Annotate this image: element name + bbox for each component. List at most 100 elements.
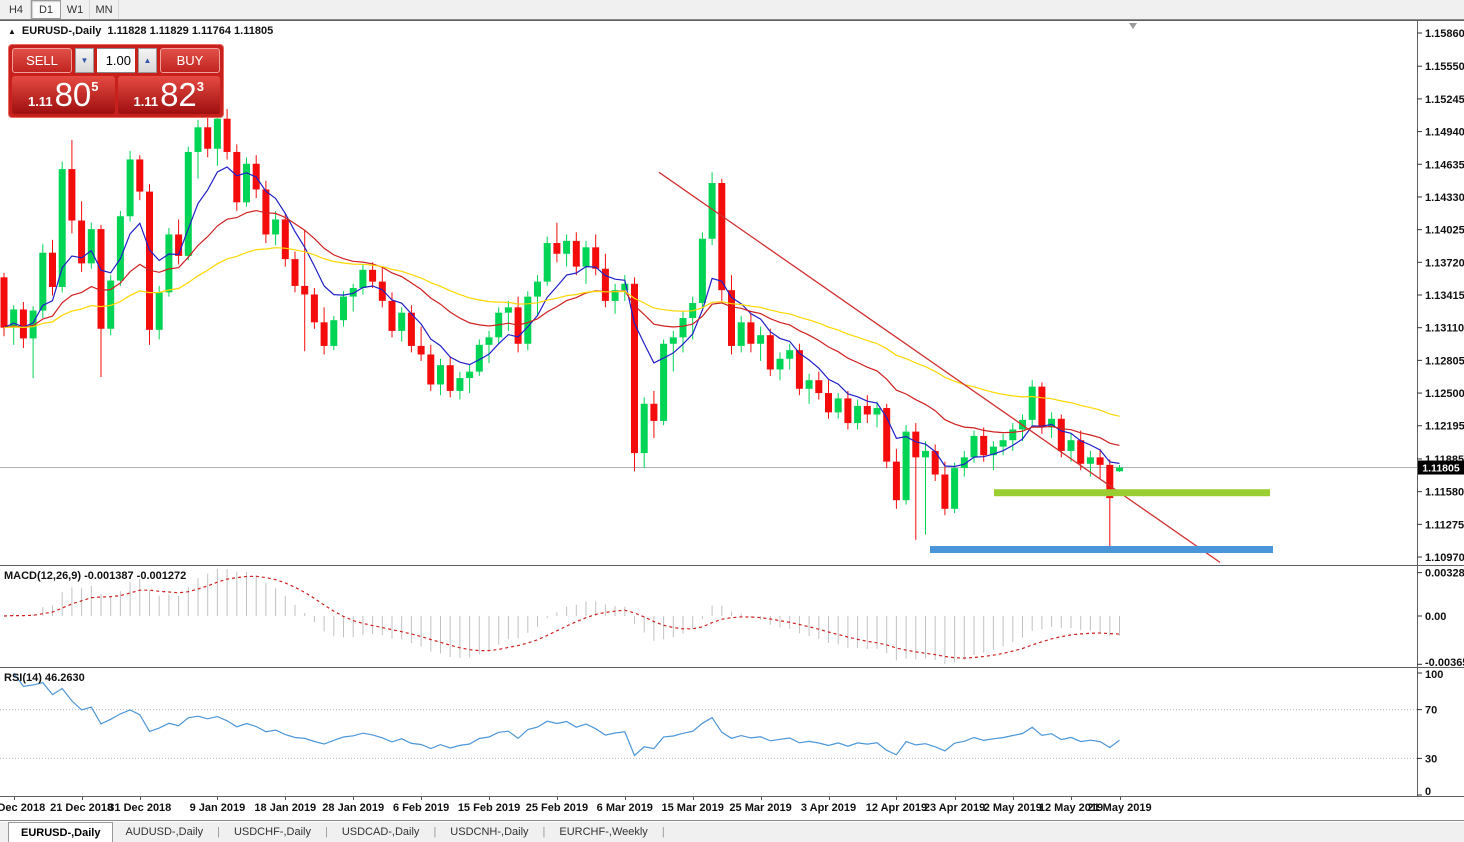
timeframe-button-mn[interactable]: MN (90, 0, 119, 19)
macd-svg: 0.0032870.00-0.003659MACD(12,26,9) -0.00… (0, 566, 1464, 668)
one-click-trading-widget: SELL ▼ ▲ BUY 1.11 80 5 1.11 82 3 (8, 44, 224, 118)
date-tick (1120, 797, 1121, 800)
buy-button[interactable]: BUY (160, 48, 220, 73)
chart-tab-usdchf-daily[interactable]: USDCHF-,Daily (222, 822, 323, 842)
date-tick (421, 797, 422, 800)
svg-text:1.11580: 1.11580 (1425, 487, 1464, 499)
date-label: 6 Feb 2019 (393, 802, 449, 814)
svg-text:1.14025: 1.14025 (1425, 225, 1464, 237)
date-label: 25 Mar 2019 (729, 802, 791, 814)
timeframe-toolbar: H4D1W1MN (0, 0, 1464, 20)
price-axis[interactable]: 1.158601.155501.152451.149401.146351.143… (1417, 20, 1464, 566)
date-tick (896, 797, 897, 800)
rsi-label: RSI(14) 46.2630 (4, 672, 85, 684)
sell-button[interactable]: SELL (12, 48, 72, 73)
candles-layer (1, 104, 1124, 550)
buy-price-prefix: 1.11 (133, 94, 158, 109)
chart-ohlc-label: 1.11828 1.11829 1.11764 1.11805 (107, 25, 273, 37)
svg-text:0.003287: 0.003287 (1425, 568, 1464, 580)
rsi-axis[interactable]: 10070300 (1417, 668, 1443, 797)
buy-price-sup: 3 (197, 79, 204, 94)
date-tick (955, 797, 956, 800)
support-line-blue[interactable] (930, 546, 1273, 553)
volume-increase-button[interactable]: ▲ (138, 48, 157, 73)
rsi-svg: 10070300RSI(14) 46.2630 (0, 668, 1464, 797)
timeframe-button-d1[interactable]: D1 (31, 0, 61, 19)
timeframe-button-w1[interactable]: W1 (61, 0, 90, 19)
chart-shift-marker-icon[interactable] (1129, 23, 1137, 29)
chart-tab-audusd-daily[interactable]: AUDUSD-,Daily (113, 822, 215, 842)
svg-text:1.10970: 1.10970 (1425, 552, 1464, 564)
fast-ma-line (4, 167, 1120, 467)
tab-separator: | (660, 822, 667, 842)
date-label: 31 Dec 2018 (108, 802, 171, 814)
descending-trendline[interactable] (659, 172, 1220, 562)
svg-text:1.12805: 1.12805 (1425, 355, 1464, 367)
buy-price-panel[interactable]: 1.11 82 3 (118, 76, 221, 114)
date-tick (14, 797, 15, 800)
chart-tab-eurchf-weekly[interactable]: EURCHF-,Weekly (547, 822, 659, 842)
date-tick (1071, 797, 1072, 800)
date-label: 2 May 2019 (984, 802, 1042, 814)
date-label: 28 Jan 2019 (322, 802, 384, 814)
svg-text:1.13110: 1.13110 (1425, 323, 1464, 335)
date-tick (82, 797, 83, 800)
date-tick (285, 797, 286, 800)
date-tick (557, 797, 558, 800)
volume-input[interactable] (97, 48, 135, 73)
timeframe-button-h4[interactable]: H4 (2, 0, 31, 19)
trading-platform-window: H4D1W1MN 1.158601.155501.152451.149401.1… (0, 0, 1464, 842)
date-label: 21 May 2019 (1087, 802, 1151, 814)
svg-text:1.13720: 1.13720 (1425, 257, 1464, 269)
date-tick (140, 797, 141, 800)
sell-price-big: 80 (55, 77, 92, 113)
collapse-triangle-icon[interactable]: ▲ (8, 27, 16, 36)
buy-price-big: 82 (160, 77, 197, 113)
rsi-indicator-pane: 10070300RSI(14) 46.2630 (0, 668, 1464, 797)
svg-text:1.11275: 1.11275 (1425, 519, 1464, 531)
chart-title-overlay: ▲ EURUSD-,Daily 1.11828 1.11829 1.11764 … (8, 25, 273, 37)
date-label: 12 Dec 2018 (0, 802, 45, 814)
date-label: 21 Dec 2018 (50, 802, 113, 814)
tab-separator: | (541, 822, 548, 842)
svg-text:1.12195: 1.12195 (1425, 421, 1464, 433)
macd-axis[interactable]: 0.0032870.00-0.003659 (1417, 566, 1464, 668)
macd-histogram (4, 569, 1120, 664)
chart-tab-bar: EURUSD-,DailyAUDUSD-,Daily|USDCHF-,Daily… (0, 822, 1464, 842)
date-label: 6 Mar 2019 (597, 802, 653, 814)
date-tick (489, 797, 490, 800)
svg-text:0: 0 (1425, 786, 1431, 797)
chart-tab-usdcnh-daily[interactable]: USDCNH-,Daily (438, 822, 540, 842)
date-axis[interactable]: 12 Dec 201821 Dec 201831 Dec 20189 Jan 2… (0, 797, 1464, 821)
tab-separator: | (431, 822, 438, 842)
svg-text:1.13415: 1.13415 (1425, 290, 1464, 302)
date-tick (1013, 797, 1014, 800)
support-line-green[interactable] (994, 489, 1270, 496)
chart-tab-usdcad-daily[interactable]: USDCAD-,Daily (330, 822, 432, 842)
date-label: 25 Feb 2019 (526, 802, 588, 814)
date-tick (693, 797, 694, 800)
date-label: 15 Feb 2019 (458, 802, 520, 814)
rsi-line (14, 673, 1120, 756)
svg-text:1.11805: 1.11805 (1422, 463, 1460, 475)
date-tick (829, 797, 830, 800)
volume-decrease-button[interactable]: ▼ (75, 48, 94, 73)
date-tick (353, 797, 354, 800)
svg-text:0.00: 0.00 (1425, 611, 1446, 623)
date-label: 23 Apr 2019 (924, 802, 985, 814)
date-label: 15 Mar 2019 (661, 802, 723, 814)
sell-price-prefix: 1.11 (28, 94, 53, 109)
date-tick (761, 797, 762, 800)
svg-text:1.14635: 1.14635 (1425, 159, 1464, 171)
current-price-tag: 1.11805 (1418, 461, 1464, 475)
chart-symbol-label: EURUSD-,Daily (22, 25, 101, 37)
svg-text:1.15550: 1.15550 (1425, 61, 1464, 73)
sell-price-panel[interactable]: 1.11 80 5 (12, 76, 115, 114)
tab-separator: | (215, 822, 222, 842)
svg-text:30: 30 (1425, 753, 1437, 765)
sell-price-sup: 5 (91, 79, 98, 94)
tab-separator: | (323, 822, 330, 842)
date-tick (217, 797, 218, 800)
date-label: 12 Apr 2019 (866, 802, 927, 814)
chart-tab-eurusd-daily[interactable]: EURUSD-,Daily (8, 822, 113, 842)
